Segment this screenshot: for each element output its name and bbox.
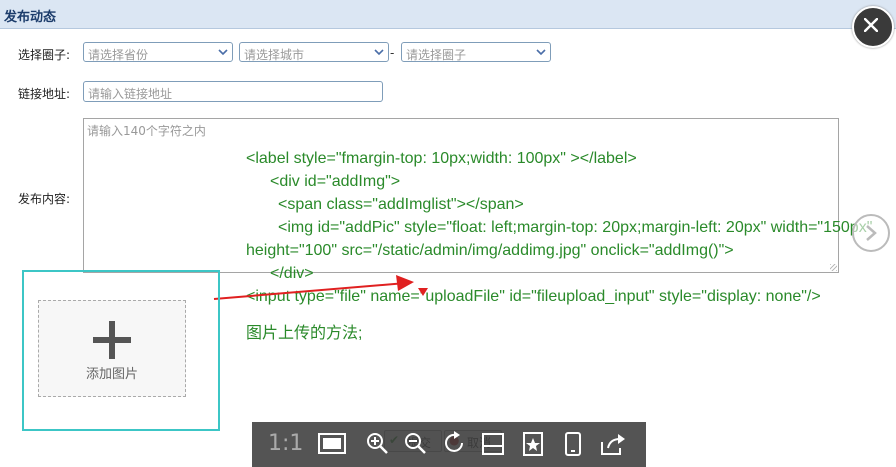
- add-image-label: 添加图片: [85, 367, 138, 382]
- content-label: 发布内容:: [18, 192, 71, 206]
- province-select[interactable]: 请选择省份: [83, 42, 233, 62]
- zoom-out-icon[interactable]: [402, 430, 428, 458]
- favorite-icon[interactable]: [520, 430, 546, 458]
- viewer-toolbar: 1:1: [252, 422, 646, 467]
- chevron-down-icon: [374, 49, 384, 56]
- chevron-down-icon: [536, 49, 546, 56]
- link-input[interactable]: 请输入链接地址: [83, 81, 383, 102]
- code-line: <label style="fmargin-top: 10px;width: 1…: [246, 150, 637, 167]
- code-line: <img id="addPic" style="float: left;marg…: [246, 219, 873, 259]
- annotation-arrow: [213, 275, 428, 300]
- close-button[interactable]: [852, 6, 894, 48]
- link-placeholder: 请输入链接地址: [88, 87, 173, 101]
- code-line: <div id="addImg">: [270, 173, 401, 190]
- city-select[interactable]: 请选择城市: [239, 42, 389, 62]
- actual-size-button[interactable]: 1:1: [268, 431, 303, 459]
- next-image-button[interactable]: [852, 214, 890, 252]
- code-snippet: <label style="fmargin-top: 10px;width: 1…: [246, 147, 886, 345]
- circle-label: 选择圈子:: [18, 48, 71, 62]
- fit-screen-icon[interactable]: [316, 430, 348, 458]
- dialog-titlebar: 发布动态: [0, 0, 896, 29]
- save-icon[interactable]: [480, 430, 506, 458]
- chevron-right-icon: [866, 225, 877, 241]
- close-icon: [864, 18, 878, 32]
- content-placeholder: 请输入140个字符之内: [87, 124, 206, 138]
- chevron-down-icon: [218, 49, 228, 56]
- dialog-title: 发布动态: [4, 10, 57, 25]
- rotate-icon[interactable]: [442, 430, 468, 458]
- link-label: 链接地址:: [18, 87, 71, 101]
- code-line: <span class="addImglist"></span>: [278, 196, 524, 213]
- select-separator: -: [390, 46, 395, 60]
- circle-select[interactable]: 请选择圈子: [401, 42, 551, 62]
- add-image-button[interactable]: 添加图片: [38, 300, 186, 397]
- zoom-in-icon[interactable]: [364, 430, 390, 458]
- circle-placeholder: 请选择圈子: [406, 48, 467, 62]
- plus-icon: [109, 321, 115, 359]
- province-placeholder: 请选择省份: [88, 48, 149, 62]
- share-icon[interactable]: [598, 430, 626, 458]
- city-placeholder: 请选择城市: [244, 48, 305, 62]
- code-line: 图片上传的方法;: [246, 325, 363, 342]
- phone-icon[interactable]: [560, 430, 586, 458]
